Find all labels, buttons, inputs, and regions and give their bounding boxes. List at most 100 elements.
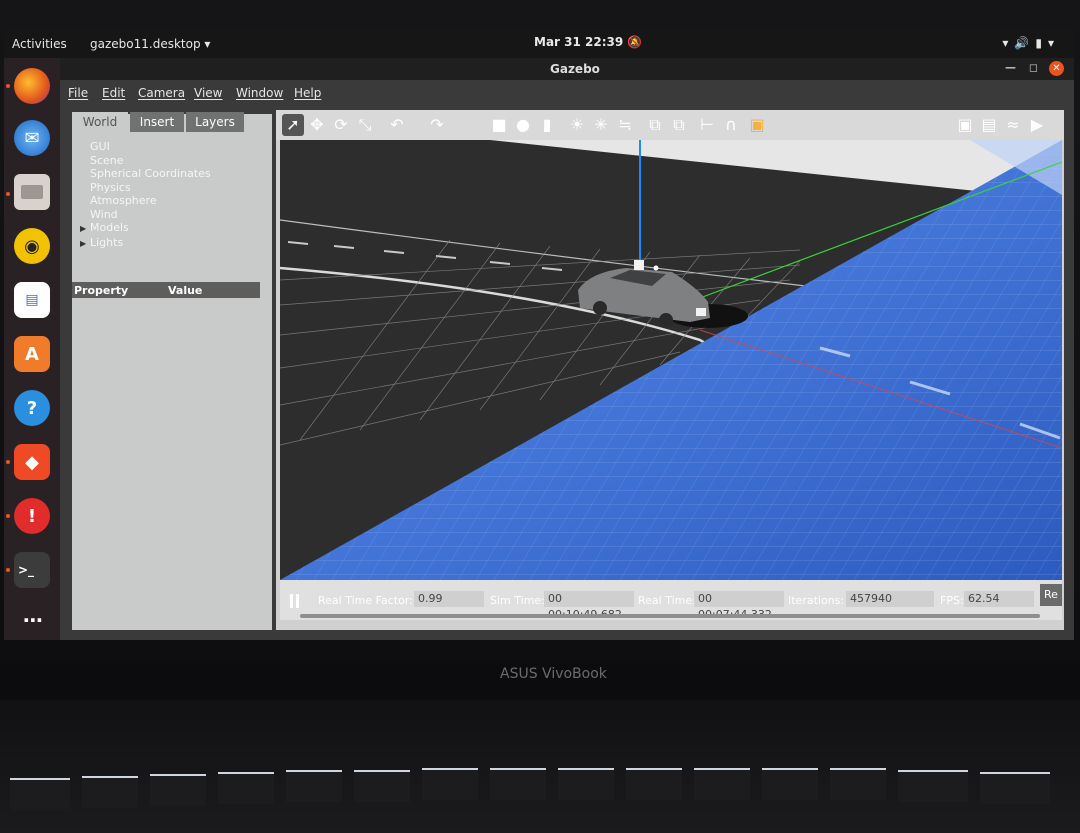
undo-icon[interactable]: ↶	[386, 114, 408, 136]
tree-item[interactable]: Wind	[80, 208, 211, 222]
keyboard-key	[694, 768, 750, 800]
rtf-label: Real Time Factor:	[318, 594, 413, 607]
do-not-disturb-icon: 🔕	[627, 35, 643, 49]
app-grid-icon[interactable]: ⋯	[14, 602, 50, 638]
sensor-box	[634, 260, 644, 270]
property-table-header: Property Value	[72, 282, 260, 298]
time-status-bar: Real Time Factor: 0.99 Sim Time: 00 00:1…	[280, 580, 1062, 621]
activities-button[interactable]: Activities	[12, 37, 67, 51]
copy-icon[interactable]: ⧉	[644, 114, 666, 136]
keyboard-key	[980, 772, 1050, 804]
rhythmbox-icon[interactable]: ◉	[14, 228, 50, 264]
app-menu[interactable]: gazebo11.desktop ▾	[90, 37, 210, 51]
change-view-icon[interactable]: ▣	[746, 114, 768, 136]
horizontal-scrollbar[interactable]	[300, 614, 1040, 618]
keyboard-key	[830, 768, 886, 800]
world-tree: GUI Scene Spherical Coordinates Physics …	[80, 140, 211, 250]
software-icon[interactable]: A	[14, 336, 50, 372]
tree-item-lights[interactable]: ▶ Lights	[80, 236, 211, 251]
window-title: Gazebo	[550, 62, 600, 76]
point-light-icon[interactable]: ☀	[566, 114, 588, 136]
running-indicator	[6, 568, 10, 572]
keyboard-key	[218, 772, 274, 804]
log-icon[interactable]: ▤	[978, 114, 1000, 136]
pause-icon[interactable]	[290, 594, 300, 608]
panel-tabs: World Insert Layers	[72, 112, 272, 134]
menu-bar: File Edit Camera View Window Help	[60, 80, 1074, 106]
firefox-icon[interactable]	[14, 68, 50, 104]
keyboard-key	[354, 770, 410, 802]
terminal-icon[interactable]: >_	[14, 552, 50, 588]
tree-item[interactable]: Physics	[80, 181, 211, 195]
top-bar: Activities gazebo11.desktop ▾ Mar 31 22:…	[4, 30, 1074, 58]
keyboard-key	[898, 770, 968, 802]
screenshot-icon[interactable]: ▣	[954, 114, 976, 136]
keyboard-key	[150, 774, 206, 806]
running-indicator	[6, 514, 10, 518]
keyboard-key	[490, 768, 546, 800]
sensor-point	[653, 265, 659, 271]
box-shape-icon[interactable]: ■	[488, 114, 510, 136]
dock: ✉ ◉ ▤ A ? ◆ ! >_ ⋯	[4, 58, 60, 640]
align-icon[interactable]: ⊢	[696, 114, 718, 136]
tab-world[interactable]: World	[72, 112, 128, 132]
writer-icon[interactable]: ▤	[14, 282, 50, 318]
sim-time-label: Sim Time:	[490, 594, 545, 607]
reset-button[interactable]: Re	[1040, 584, 1062, 606]
thunderbird-icon[interactable]: ✉	[14, 120, 50, 156]
cylinder-shape-icon[interactable]: ▮	[536, 114, 558, 136]
tab-insert[interactable]: Insert	[130, 112, 184, 132]
maximize-icon[interactable]: ◻	[1029, 61, 1038, 74]
menu-window[interactable]: Window	[236, 86, 283, 100]
paste-icon[interactable]: ⧉	[668, 114, 690, 136]
menu-edit[interactable]: Edit	[102, 86, 125, 100]
translate-mode-icon[interactable]: ✥	[306, 114, 328, 136]
expand-arrow-icon[interactable]: ▶	[80, 222, 90, 236]
render-panel: ➚ ✥ ⟳ ⤡ ↶ ↷ ■ ● ▮ ☀ ✳ ≒ ⧉ ⧉ ⊢ ∩ ▣ ▣ ▤ ≈	[276, 110, 1064, 630]
tree-item[interactable]: GUI	[80, 140, 211, 154]
volume-icon: 🔊	[1014, 36, 1036, 50]
value-column-header: Value	[168, 284, 203, 297]
menu-help[interactable]: Help	[294, 86, 321, 100]
spot-light-icon[interactable]: ✳	[590, 114, 612, 136]
scale-mode-icon[interactable]: ⤡	[354, 114, 376, 136]
wifi-icon: ▾	[1002, 36, 1015, 50]
files-icon[interactable]	[14, 174, 50, 210]
snap-icon[interactable]: ∩	[720, 114, 742, 136]
keyboard-key	[762, 768, 818, 800]
tree-item[interactable]: Spherical Coordinates	[80, 167, 211, 181]
fps-value: 62.54	[964, 591, 1034, 607]
menu-camera[interactable]: Camera	[138, 86, 185, 100]
power-menu-icon: ▾	[1047, 36, 1060, 50]
running-indicator	[6, 460, 10, 464]
expand-arrow-icon[interactable]: ▶	[80, 237, 90, 251]
keyboard-key	[82, 776, 138, 808]
system-tray[interactable]: ▾🔊▮▾	[1002, 36, 1060, 50]
directional-light-icon[interactable]: ≒	[614, 114, 636, 136]
tree-item[interactable]: Atmosphere	[80, 194, 211, 208]
3d-scene-view[interactable]	[280, 140, 1062, 580]
sphere-shape-icon[interactable]: ●	[512, 114, 534, 136]
tab-layers[interactable]: Layers	[186, 112, 244, 132]
close-icon[interactable]: ✕	[1049, 61, 1064, 76]
window-titlebar: Gazebo — ◻ ✕	[60, 58, 1074, 80]
sim-time-value: 00 00:10:49.682	[544, 591, 634, 621]
running-indicator	[6, 84, 10, 88]
video-record-icon[interactable]: ▶	[1026, 114, 1048, 136]
anydesk-icon[interactable]: ◆	[14, 444, 50, 480]
rotate-mode-icon[interactable]: ⟳	[330, 114, 352, 136]
error-report-icon[interactable]: !	[14, 498, 50, 534]
menu-file[interactable]: File	[68, 86, 88, 100]
minimize-icon[interactable]: —	[1005, 61, 1016, 74]
menu-view[interactable]: View	[194, 86, 222, 100]
tree-item-models[interactable]: ▶ Models	[80, 221, 211, 236]
plot-icon[interactable]: ≈	[1002, 114, 1024, 136]
redo-icon[interactable]: ↷	[426, 114, 448, 136]
select-mode-icon[interactable]: ➚	[282, 114, 304, 136]
keyboard-key	[422, 768, 478, 800]
rtf-value: 0.99	[414, 591, 484, 607]
help-icon[interactable]: ?	[14, 390, 50, 426]
clock[interactable]: Mar 31 22:39 🔕	[534, 35, 642, 49]
keyboard-key	[286, 770, 342, 802]
tree-item[interactable]: Scene	[80, 154, 211, 168]
